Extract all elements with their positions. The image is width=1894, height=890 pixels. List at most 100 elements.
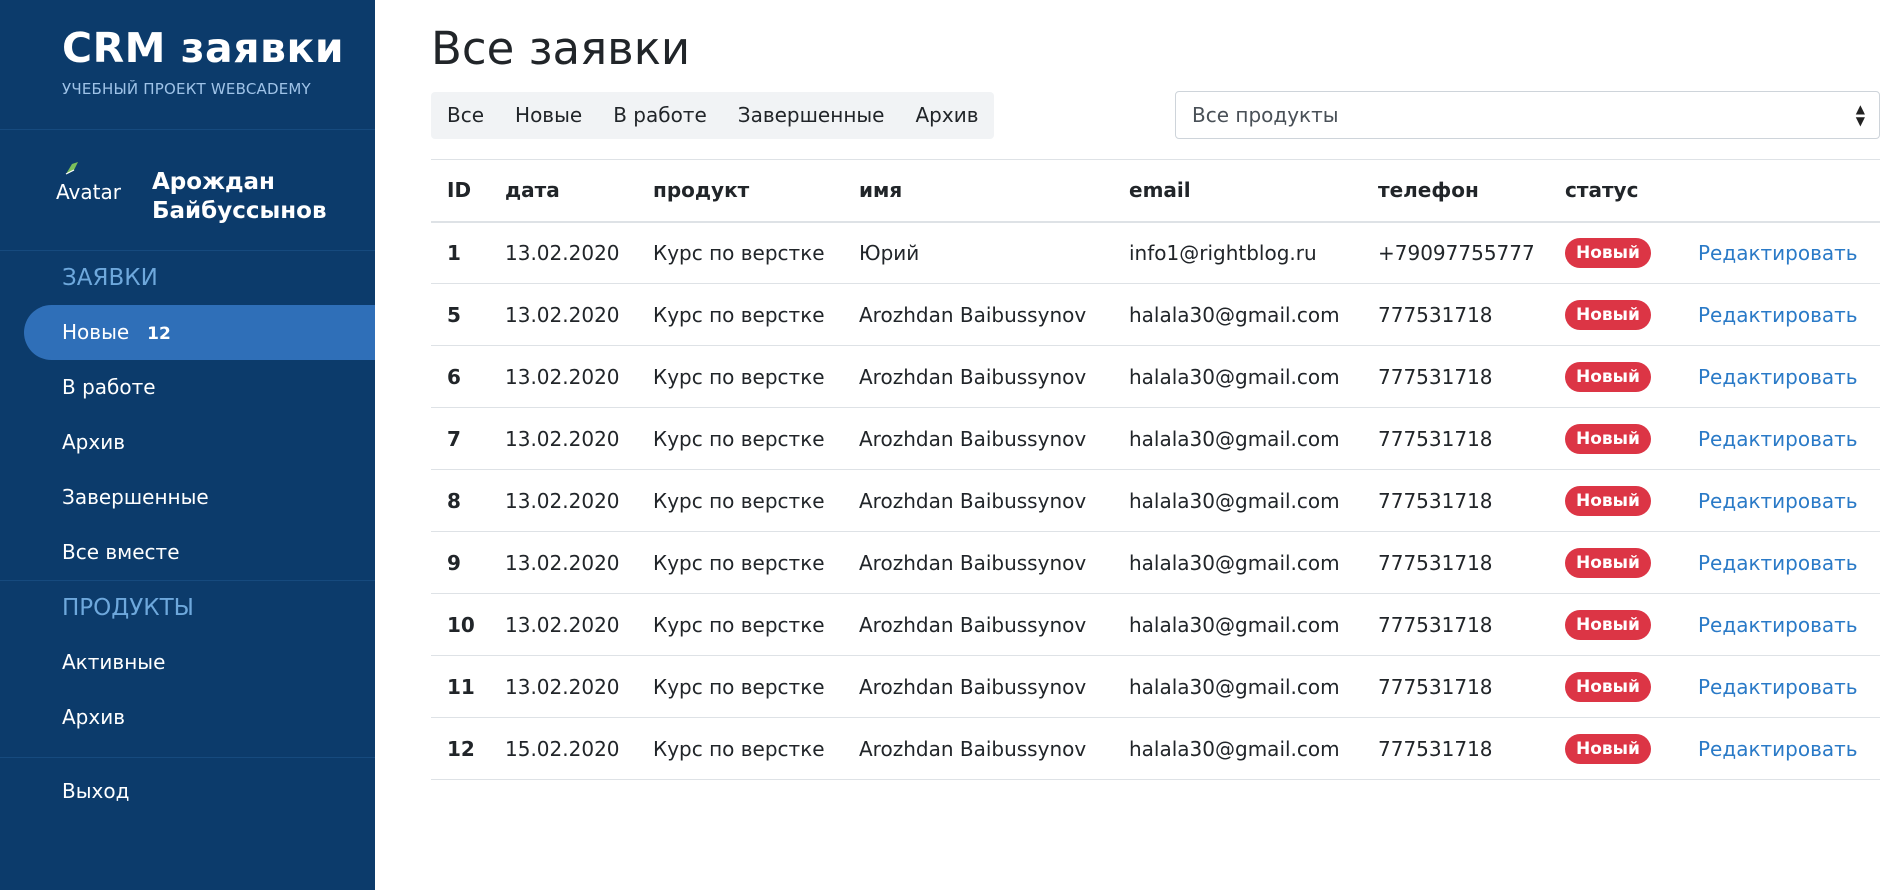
- sidebar-item-all[interactable]: Все вместе: [0, 525, 375, 580]
- cell-email: info1@rightblog.ru: [1113, 221, 1362, 284]
- status-badge: Новый: [1565, 671, 1651, 702]
- page-title: Все заявки: [431, 22, 691, 75]
- cell-id: 8: [431, 469, 489, 532]
- cell-date: 13.02.2020: [489, 283, 637, 346]
- cell-status: Новый: [1549, 345, 1682, 408]
- filter-completed-button[interactable]: Завершенные: [730, 92, 893, 139]
- status-badge: Новый: [1565, 299, 1651, 330]
- edit-link[interactable]: Редактировать: [1698, 613, 1858, 637]
- edit-link[interactable]: Редактировать: [1698, 365, 1858, 389]
- column-header-status: статус: [1549, 159, 1682, 223]
- avatar[interactable]: Avatar: [56, 160, 126, 210]
- cell-product: Курс по верстке: [637, 221, 843, 284]
- edit-link[interactable]: Редактировать: [1698, 489, 1858, 513]
- filter-new-button[interactable]: Новые: [507, 92, 590, 139]
- filter-all-button[interactable]: Все: [439, 92, 492, 139]
- cell-action: Редактировать: [1682, 407, 1880, 470]
- column-header-actions: [1682, 159, 1880, 223]
- sort-arrows-icon: ▲ ▼: [1855, 102, 1865, 128]
- sidebar-item-label: Новые: [62, 320, 130, 344]
- logout-link[interactable]: Выход: [0, 764, 375, 819]
- column-header-phone: телефон: [1362, 159, 1549, 223]
- cell-action: Редактировать: [1682, 345, 1880, 408]
- status-badge: Новый: [1565, 423, 1651, 454]
- cell-product: Курс по верстке: [637, 407, 843, 470]
- column-header-product: продукт: [637, 159, 843, 223]
- edit-link[interactable]: Редактировать: [1698, 303, 1858, 327]
- cell-email: halala30@gmail.com: [1113, 531, 1362, 594]
- main-content: Все заявки Все Новые В работе Завершенны…: [375, 0, 1894, 890]
- product-select-value: Все продукты: [1192, 103, 1339, 127]
- sidebar-item-archive[interactable]: Архив: [0, 415, 375, 470]
- brand-title[interactable]: CRM заявки: [62, 24, 375, 72]
- cell-status: Новый: [1549, 593, 1682, 656]
- sidebar: CRM заявки УЧЕБНЫЙ ПРОЕКТ WEBCADEMY Avat…: [0, 0, 375, 890]
- filter-in-progress-button[interactable]: В работе: [605, 92, 715, 139]
- edit-link[interactable]: Редактировать: [1698, 675, 1858, 699]
- cell-email: halala30@gmail.com: [1113, 717, 1362, 780]
- cell-name: Юрий: [843, 221, 1113, 284]
- sidebar-item-products-active[interactable]: Активные: [0, 635, 375, 690]
- product-select[interactable]: Все продукты ▲ ▼: [1175, 91, 1880, 139]
- requests-table: ID дата продукт имя email телефон статус…: [431, 159, 1880, 780]
- cell-id: 7: [431, 407, 489, 470]
- filter-archive-button[interactable]: Архив: [907, 92, 986, 139]
- cell-name: Arozhdan Baibussynov: [843, 469, 1113, 532]
- brand: CRM заявки УЧЕБНЫЙ ПРОЕКТ WEBCADEMY: [0, 0, 375, 130]
- cell-email: halala30@gmail.com: [1113, 655, 1362, 718]
- cell-status: Новый: [1549, 221, 1682, 284]
- cell-product: Курс по верстке: [637, 531, 843, 594]
- edit-link[interactable]: Редактировать: [1698, 737, 1858, 761]
- cell-product: Курс по верстке: [637, 345, 843, 408]
- table-row: 12 15.02.2020 Курс по верстке Arozhdan B…: [431, 717, 1880, 780]
- cell-date: 13.02.2020: [489, 221, 637, 284]
- cell-phone: 777531718: [1362, 469, 1549, 532]
- cell-email: halala30@gmail.com: [1113, 407, 1362, 470]
- section-title-products: ПРОДУКТЫ: [62, 595, 194, 621]
- cell-action: Редактировать: [1682, 655, 1880, 718]
- cell-id: 10: [431, 593, 489, 656]
- cell-action: Редактировать: [1682, 593, 1880, 656]
- cell-product: Курс по верстке: [637, 469, 843, 532]
- sidebar-item-completed[interactable]: Завершенные: [0, 470, 375, 525]
- section-title-requests: ЗАЯВКИ: [62, 265, 158, 291]
- cell-name: Arozhdan Baibussynov: [843, 531, 1113, 594]
- sidebar-item-new[interactable]: Новые 12: [24, 305, 375, 360]
- cell-product: Курс по верстке: [637, 593, 843, 656]
- cell-status: Новый: [1549, 717, 1682, 780]
- table-row: 1 13.02.2020 Курс по верстке Юрий info1@…: [431, 221, 1880, 284]
- cell-phone: 777531718: [1362, 531, 1549, 594]
- cell-product: Курс по верстке: [637, 283, 843, 346]
- sidebar-item-products-archive[interactable]: Архив: [0, 690, 375, 745]
- edit-link[interactable]: Редактировать: [1698, 241, 1858, 265]
- table-row: 6 13.02.2020 Курс по верстке Arozhdan Ba…: [431, 345, 1880, 408]
- status-badge: Новый: [1565, 733, 1651, 764]
- cell-date: 13.02.2020: [489, 531, 637, 594]
- cell-id: 11: [431, 655, 489, 718]
- cell-date: 13.02.2020: [489, 593, 637, 656]
- status-badge: Новый: [1565, 609, 1651, 640]
- cell-email: halala30@gmail.com: [1113, 469, 1362, 532]
- cell-date: 13.02.2020: [489, 407, 637, 470]
- cell-name: Arozhdan Baibussynov: [843, 345, 1113, 408]
- broken-image-icon: [65, 162, 78, 175]
- cell-name: Arozhdan Baibussynov: [843, 655, 1113, 718]
- cell-date: 13.02.2020: [489, 469, 637, 532]
- table-row: 7 13.02.2020 Курс по верстке Arozhdan Ba…: [431, 407, 1880, 470]
- cell-phone: 777531718: [1362, 345, 1549, 408]
- cell-phone: 777531718: [1362, 283, 1549, 346]
- cell-action: Редактировать: [1682, 221, 1880, 284]
- status-badge: Новый: [1565, 361, 1651, 392]
- table-row: 5 13.02.2020 Курс по верстке Arozhdan Ba…: [431, 283, 1880, 346]
- cell-status: Новый: [1549, 531, 1682, 594]
- avatar-alt-text: Avatar: [56, 180, 121, 204]
- edit-link[interactable]: Редактировать: [1698, 427, 1858, 451]
- cell-name: Arozhdan Baibussynov: [843, 593, 1113, 656]
- sidebar-item-in-progress[interactable]: В работе: [0, 360, 375, 415]
- cell-id: 12: [431, 717, 489, 780]
- cell-action: Редактировать: [1682, 469, 1880, 532]
- cell-id: 1: [431, 221, 489, 284]
- edit-link[interactable]: Редактировать: [1698, 551, 1858, 575]
- cell-status: Новый: [1549, 655, 1682, 718]
- cell-product: Курс по верстке: [637, 717, 843, 780]
